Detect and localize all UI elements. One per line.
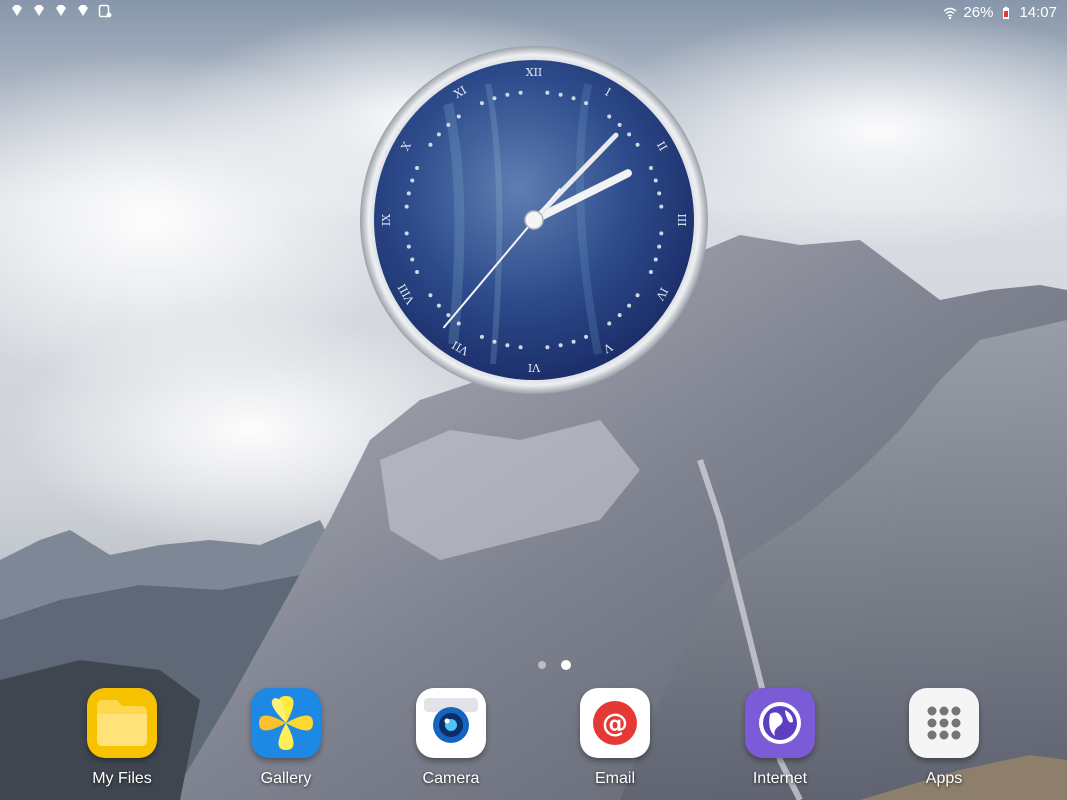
clock-minute-dot	[406, 244, 411, 249]
clock-minute-dot	[518, 345, 523, 350]
clock-minute-dot	[446, 122, 451, 127]
clock-minute-dot	[410, 257, 415, 262]
clock-minute-dot	[545, 345, 550, 350]
system-tray: 26% 14:07	[943, 4, 1057, 21]
clock-minute-dot	[653, 257, 658, 262]
app-label: Email	[594, 770, 635, 787]
clock-minute-dot	[607, 114, 612, 119]
clock-minute-dot	[617, 122, 622, 127]
clock-minute-dot	[617, 313, 622, 318]
clock-minute-dot	[415, 165, 420, 170]
analog-clock-widget[interactable]: XIIIIIIIIIVVVIVIIVIIIIXXXI	[358, 44, 710, 396]
clock-numeral: IX	[380, 214, 393, 226]
battery-percent: 26%	[963, 4, 994, 21]
app-internet[interactable]: Internet	[725, 688, 835, 800]
diamond-icon	[34, 5, 44, 16]
clock-minute-dot	[659, 231, 664, 236]
status-bar: 26% 14:07	[0, 0, 1067, 26]
folder-icon[interactable]	[87, 688, 157, 758]
app-label: Gallery	[260, 770, 312, 787]
clock-numeral: XII	[526, 66, 543, 79]
screenshot-icon	[98, 4, 112, 18]
clock-minute-dot	[428, 142, 433, 147]
clock-minute-dot	[558, 343, 563, 348]
svg-text:@: @	[602, 709, 628, 739]
clock-minute-dot	[404, 231, 409, 236]
clock-minute-dot	[415, 270, 420, 275]
app-label: My Files	[92, 770, 152, 787]
status-time: 14:07	[1019, 4, 1057, 21]
page-dot-active[interactable]	[561, 660, 571, 670]
globe-icon[interactable]	[745, 688, 815, 758]
wifi-icon	[943, 7, 957, 19]
grid-icon[interactable]	[909, 688, 979, 758]
app-label: Apps	[925, 770, 963, 787]
clock-minute-dot	[657, 191, 662, 196]
clock-minute-dot	[492, 96, 497, 101]
clock-minute-dot	[479, 101, 484, 106]
app-drawer[interactable]: Apps	[889, 688, 999, 800]
clock-minute-dot	[657, 244, 662, 249]
clock-minute-dot	[436, 303, 441, 308]
app-camera[interactable]: Camera	[396, 688, 506, 800]
clock-center-cap	[524, 210, 544, 230]
camera-icon[interactable]	[416, 688, 486, 758]
clock-minute-dot	[410, 178, 415, 183]
clock-minute-dot	[456, 114, 461, 119]
clock-minute-dot	[404, 204, 409, 209]
notification-area	[10, 4, 112, 18]
clock-minute-dot	[584, 101, 589, 106]
diamond-icon	[78, 5, 88, 16]
clock-minute-dot	[505, 343, 510, 348]
clock-minute-dot	[627, 132, 632, 137]
clock-minute-dot	[571, 339, 576, 344]
clock-minute-dot	[456, 321, 461, 326]
app-label: Camera	[422, 770, 480, 787]
clock-minute-dot	[518, 90, 523, 95]
clock-minute-dot	[607, 321, 612, 326]
clock-numeral: III	[675, 213, 688, 226]
clock-minute-dot	[436, 132, 441, 137]
page-indicator	[538, 660, 571, 670]
diamond-icon	[56, 5, 66, 16]
clock-minute-dot	[571, 96, 576, 101]
clock-minute-dot	[648, 270, 653, 275]
diamond-icon	[12, 5, 22, 16]
clock-minute-dot	[545, 90, 550, 95]
clock-minute-dot	[584, 334, 589, 339]
battery-icon	[1003, 6, 1010, 19]
clock-minute-dot	[406, 191, 411, 196]
clock-minute-dot	[659, 204, 664, 209]
clock-minute-dot	[635, 142, 640, 147]
clock-minute-dot	[627, 303, 632, 308]
flower-icon[interactable]	[251, 688, 321, 758]
page-dot[interactable]	[538, 661, 546, 669]
clock-minute-dot	[653, 178, 658, 183]
at-icon[interactable]: @	[580, 688, 650, 758]
clock-minute-dot	[479, 334, 484, 339]
clock-numeral: VI	[528, 361, 541, 374]
app-gallery[interactable]: Gallery	[231, 688, 341, 800]
clock-minute-dot	[648, 165, 653, 170]
home-dock: My Files Gallery Camera @ Email Internet…	[0, 688, 1067, 800]
clock-minute-dot	[558, 92, 563, 97]
clock-minute-dot	[446, 313, 451, 318]
app-label: Internet	[752, 770, 808, 787]
clock-minute-dot	[505, 92, 510, 97]
app-my-files[interactable]: My Files	[67, 688, 177, 800]
clock-minute-dot	[492, 339, 497, 344]
app-email[interactable]: @ Email	[560, 688, 670, 800]
clock-minute-dot	[428, 293, 433, 298]
clock-minute-dot	[635, 293, 640, 298]
